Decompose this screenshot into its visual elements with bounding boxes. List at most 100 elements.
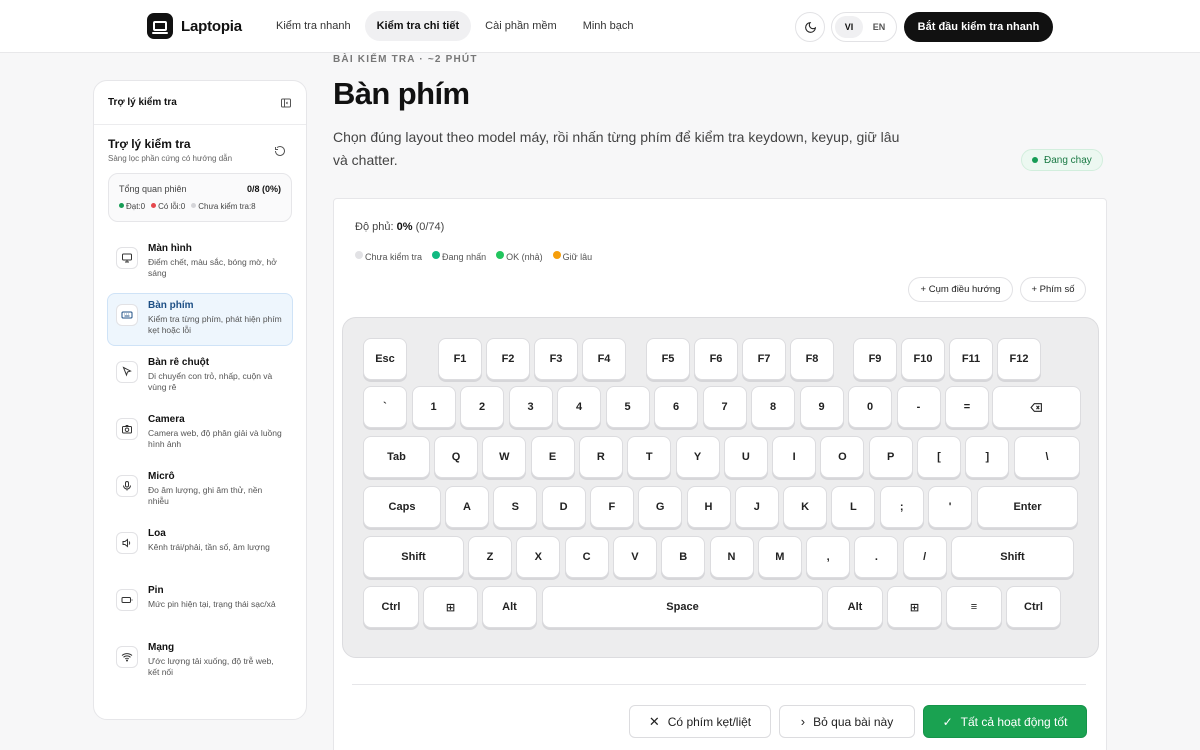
- lang-en-button[interactable]: EN: [865, 16, 893, 38]
- key-backtick[interactable]: `: [363, 386, 407, 428]
- key-q[interactable]: Q: [434, 436, 478, 478]
- test-eyebrow: BÀI KIỂM TRA · ~2 PHÚT: [333, 54, 478, 65]
- add-nav-cluster-button[interactable]: + Cụm điều hướng: [908, 277, 1013, 302]
- key-m[interactable]: M: [757, 536, 802, 578]
- key-period[interactable]: .: [854, 536, 899, 578]
- reset-session-icon[interactable]: [274, 145, 286, 157]
- key-8[interactable]: 8: [751, 386, 795, 428]
- all-good-button[interactable]: ✓ Tất cả hoạt động tốt: [923, 705, 1087, 738]
- key-3[interactable]: 3: [508, 386, 553, 428]
- key-f2[interactable]: F2: [486, 338, 530, 380]
- sidebar-item-keyboard[interactable]: Bàn phím Kiểm tra từng phím, phát hiện ph…: [107, 293, 293, 346]
- key-i[interactable]: I: [772, 436, 817, 478]
- key-backspace[interactable]: [992, 386, 1081, 428]
- key-9[interactable]: 9: [799, 386, 844, 428]
- sidebar-item-display[interactable]: Màn hình Điểm chết, màu sắc, bóng mờ, hở …: [107, 236, 293, 289]
- key-minus[interactable]: -: [896, 386, 941, 428]
- key-7[interactable]: 7: [702, 386, 747, 428]
- item-title: Camera: [148, 414, 185, 425]
- key-n[interactable]: N: [709, 536, 754, 578]
- key-k[interactable]: K: [783, 486, 828, 528]
- key-alt[interactable]: Alt: [482, 586, 537, 628]
- skip-test-button[interactable]: › Bỏ qua bài này: [779, 705, 915, 738]
- key-f8[interactable]: F8: [790, 338, 834, 380]
- sidebar-item-speaker[interactable]: Loa Kênh trái/phải, tần số, âm lượng: [107, 521, 293, 574]
- add-numpad-button[interactable]: + Phím số: [1020, 277, 1086, 302]
- lang-vi-button[interactable]: VI: [835, 16, 863, 38]
- theme-toggle-button[interactable]: [795, 12, 825, 42]
- key-menu[interactable]: ≡: [946, 586, 1002, 628]
- key-quote[interactable]: ': [928, 486, 972, 528]
- key-0[interactable]: 0: [848, 386, 892, 428]
- key-l[interactable]: L: [831, 486, 876, 528]
- report-stuck-keys-button[interactable]: ✕ Có phím kẹt/liệt: [629, 705, 771, 738]
- key-e[interactable]: E: [530, 436, 575, 478]
- key-u[interactable]: U: [723, 436, 768, 478]
- key-right-bracket[interactable]: ]: [965, 436, 1010, 478]
- key-1[interactable]: 1: [411, 386, 456, 428]
- key-c[interactable]: C: [564, 536, 609, 578]
- key-4[interactable]: 4: [557, 386, 601, 428]
- key-enter[interactable]: Enter: [977, 486, 1078, 528]
- key-windows[interactable]: ⊞: [887, 586, 942, 628]
- key-5[interactable]: 5: [605, 386, 650, 428]
- key-x[interactable]: X: [516, 536, 561, 578]
- key-f4[interactable]: F4: [582, 338, 626, 380]
- key-f11[interactable]: F11: [949, 338, 993, 380]
- key-windows[interactable]: ⊞: [423, 586, 478, 628]
- nav-detailed-test[interactable]: Kiểm tra chi tiết: [364, 11, 472, 41]
- key-f9[interactable]: F9: [853, 338, 897, 380]
- key-alt[interactable]: Alt: [827, 586, 883, 628]
- key-o[interactable]: O: [820, 436, 865, 478]
- logo[interactable]: Laptopia: [147, 13, 242, 39]
- sidebar-item-network[interactable]: Mạng Ước lượng tải xuống, độ trễ web, kết…: [107, 635, 293, 688]
- key-d[interactable]: D: [541, 486, 586, 528]
- key-caps-lock[interactable]: Caps: [363, 486, 441, 528]
- key-shift[interactable]: Shift: [951, 536, 1074, 578]
- key-r[interactable]: R: [578, 436, 623, 478]
- key-f1[interactable]: F1: [438, 338, 482, 380]
- collapse-sidebar-icon[interactable]: [280, 97, 292, 109]
- key-semicolon[interactable]: ;: [879, 486, 924, 528]
- key-equals[interactable]: =: [945, 386, 989, 428]
- key-b[interactable]: B: [661, 536, 706, 578]
- key-f[interactable]: F: [589, 486, 634, 528]
- sidebar-item-camera[interactable]: Camera Camera web, độ phân giải và luồng …: [107, 407, 293, 460]
- key-tab[interactable]: Tab: [363, 436, 430, 478]
- key-f12[interactable]: F12: [997, 338, 1041, 380]
- start-quick-test-button[interactable]: Bắt đầu kiểm tra nhanh: [904, 12, 1053, 42]
- sidebar-item-touchpad[interactable]: Bàn rê chuột Di chuyển con trỏ, nhấp, cuộ…: [107, 350, 293, 403]
- key-s[interactable]: S: [493, 486, 538, 528]
- key-t[interactable]: T: [627, 436, 672, 478]
- key-ctrl[interactable]: Ctrl: [363, 586, 419, 628]
- key-f7[interactable]: F7: [742, 338, 786, 380]
- key-space[interactable]: Space: [542, 586, 823, 628]
- key-2[interactable]: 2: [460, 386, 504, 428]
- key-h[interactable]: H: [686, 486, 731, 528]
- key-j[interactable]: J: [734, 486, 779, 528]
- nav-install-software[interactable]: Cài phần mềm: [473, 11, 569, 41]
- key-ctrl[interactable]: Ctrl: [1006, 586, 1061, 628]
- key-f3[interactable]: F3: [534, 338, 578, 380]
- key-v[interactable]: V: [612, 536, 657, 578]
- key-w[interactable]: W: [482, 436, 527, 478]
- key-a[interactable]: A: [445, 486, 489, 528]
- key-shift[interactable]: Shift: [363, 536, 464, 578]
- key-z[interactable]: Z: [468, 536, 512, 578]
- key-f6[interactable]: F6: [694, 338, 738, 380]
- key-f5[interactable]: F5: [646, 338, 690, 380]
- nav-quick-test[interactable]: Kiểm tra nhanh: [264, 11, 363, 41]
- key-backslash[interactable]: \: [1014, 436, 1080, 478]
- key-p[interactable]: P: [868, 436, 913, 478]
- key-comma[interactable]: ,: [806, 536, 851, 578]
- key-f10[interactable]: F10: [901, 338, 945, 380]
- key-esc[interactable]: Esc: [363, 338, 407, 380]
- key-slash[interactable]: /: [902, 536, 947, 578]
- key-y[interactable]: Y: [675, 436, 720, 478]
- sidebar-item-microphone[interactable]: Micrô Đo âm lượng, ghi âm thử, nền nhiễu: [107, 464, 293, 517]
- nav-transparency[interactable]: Minh bạch: [571, 11, 646, 41]
- key-6[interactable]: 6: [654, 386, 698, 428]
- sidebar-item-battery[interactable]: Pin Mức pin hiện tại, trạng thái sạc/xả: [107, 578, 293, 631]
- key-left-bracket[interactable]: [: [917, 436, 961, 478]
- key-g[interactable]: G: [638, 486, 683, 528]
